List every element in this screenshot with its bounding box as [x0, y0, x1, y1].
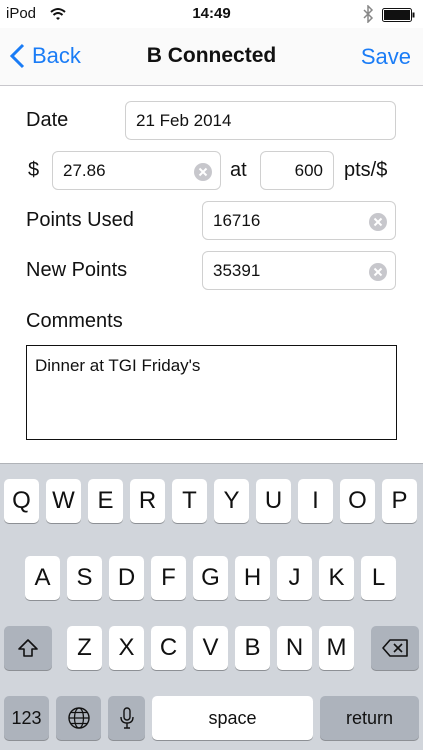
space-key[interactable]: space: [152, 696, 313, 740]
battery-icon: [382, 8, 415, 22]
keyboard: Q W E R T Y U I O P A S D F G H J K L Z …: [0, 463, 423, 750]
key-v[interactable]: V: [193, 626, 228, 670]
key-x[interactable]: X: [109, 626, 144, 670]
dictation-key[interactable]: [108, 696, 145, 740]
key-a[interactable]: A: [25, 556, 60, 600]
microphone-icon: [119, 707, 134, 729]
status-bar: iPod 14:49: [0, 0, 423, 28]
key-o[interactable]: O: [340, 479, 375, 523]
clear-icon[interactable]: [369, 213, 387, 231]
key-z[interactable]: Z: [67, 626, 102, 670]
key-s[interactable]: S: [67, 556, 102, 600]
rate-unit-label: pts/$: [344, 159, 388, 181]
key-t[interactable]: T: [172, 479, 207, 523]
save-button[interactable]: Save: [361, 44, 411, 70]
points-used-label: Points Used: [26, 209, 134, 231]
comments-value: Dinner at TGI Friday's: [35, 356, 201, 375]
date-value: 21 Feb 2014: [136, 110, 232, 130]
key-h[interactable]: H: [235, 556, 270, 600]
status-time: 14:49: [192, 5, 231, 22]
key-j[interactable]: J: [277, 556, 312, 600]
amount-value: 27.86: [63, 160, 106, 180]
key-i[interactable]: I: [298, 479, 333, 523]
date-field[interactable]: 21 Feb 2014: [125, 101, 396, 140]
key-r[interactable]: R: [130, 479, 165, 523]
key-c[interactable]: C: [151, 626, 186, 670]
shift-icon: [18, 639, 38, 657]
key-d[interactable]: D: [109, 556, 144, 600]
new-points-label: New Points: [26, 259, 128, 281]
clear-icon[interactable]: [369, 263, 387, 281]
key-y[interactable]: Y: [214, 479, 249, 523]
amount-field[interactable]: 27.86: [52, 151, 221, 190]
points-used-field[interactable]: 16716: [202, 201, 396, 240]
new-points-field[interactable]: 35391: [202, 251, 396, 290]
key-l[interactable]: L: [361, 556, 396, 600]
new-points-value: 35391: [213, 260, 261, 280]
delete-key[interactable]: [371, 626, 419, 670]
page-title: B Connected: [146, 44, 277, 67]
key-g[interactable]: G: [193, 556, 228, 600]
shift-key[interactable]: [4, 626, 52, 670]
rate-value: 600: [294, 160, 323, 180]
backspace-icon: [382, 639, 408, 657]
key-n[interactable]: N: [277, 626, 312, 670]
key-k[interactable]: K: [319, 556, 354, 600]
date-label: Date: [26, 109, 69, 131]
key-u[interactable]: U: [256, 479, 291, 523]
return-key[interactable]: return: [320, 696, 419, 740]
key-b[interactable]: B: [235, 626, 270, 670]
bluetooth-icon: [363, 5, 374, 23]
comments-textarea[interactable]: Dinner at TGI Friday's: [26, 345, 397, 440]
key-w[interactable]: W: [46, 479, 81, 523]
globe-icon: [67, 707, 90, 729]
key-e[interactable]: E: [88, 479, 123, 523]
at-label: at: [230, 159, 247, 181]
currency-symbol: $: [28, 159, 40, 181]
globe-key[interactable]: [56, 696, 101, 740]
key-q[interactable]: Q: [4, 479, 39, 523]
comments-label: Comments: [26, 310, 123, 332]
key-m[interactable]: M: [319, 626, 354, 670]
key-p[interactable]: P: [382, 479, 417, 523]
key-f[interactable]: F: [151, 556, 186, 600]
rate-field[interactable]: 600: [260, 151, 334, 190]
navigation-bar: Back B Connected Save: [0, 28, 423, 86]
numbers-key[interactable]: 123: [4, 696, 49, 740]
points-used-value: 16716: [213, 210, 261, 230]
clear-icon[interactable]: [194, 163, 212, 181]
